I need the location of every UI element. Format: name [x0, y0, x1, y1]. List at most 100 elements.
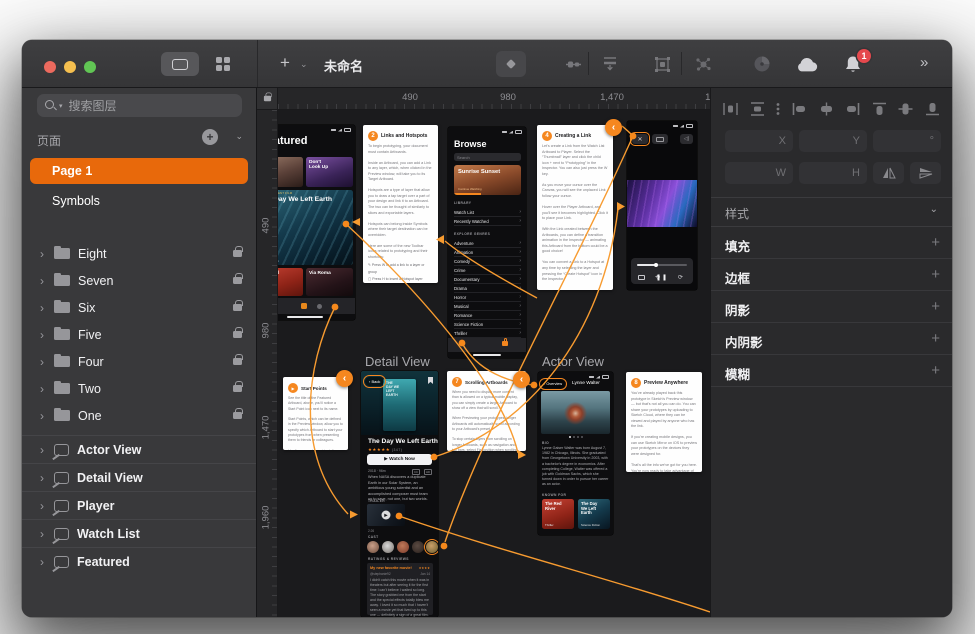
- page-item-page1[interactable]: Page 1: [30, 158, 248, 184]
- movie-tile-molly[interactable]: Molly: [278, 157, 303, 187]
- zoom-window-button[interactable]: [84, 61, 96, 73]
- tidy-tool-button[interactable]: [562, 54, 584, 74]
- tutorial-card-preview-anywhere[interactable]: 8 Preview Anywhere You've already played…: [626, 372, 702, 472]
- featured-tab-bar[interactable]: [278, 298, 355, 314]
- list-item[interactable]: Musical›: [454, 302, 521, 311]
- chevron-right-icon[interactable]: ›: [40, 443, 54, 457]
- list-item[interactable]: Recently Watched›: [454, 217, 521, 226]
- lock-icon[interactable]: [233, 385, 242, 392]
- picture-in-picture-button[interactable]: [652, 134, 668, 144]
- chevron-right-icon[interactable]: ›: [40, 471, 54, 485]
- cast-avatar[interactable]: [412, 541, 424, 553]
- watch-now-button[interactable]: ▶ Watch Now: [367, 454, 432, 465]
- toolbar-overflow-button[interactable]: »: [920, 54, 926, 71]
- chevron-right-icon[interactable]: ›: [40, 409, 54, 423]
- grid-view-toggle[interactable]: [208, 52, 238, 76]
- add-page-button[interactable]: +: [202, 129, 218, 145]
- align-right-icon[interactable]: [845, 102, 860, 116]
- scatter-tool-button[interactable]: [692, 54, 714, 74]
- add-shadow-button[interactable]: +: [931, 298, 940, 315]
- review-card[interactable]: My new favorite movie! ★★★★ @stephanie92…: [367, 563, 433, 615]
- movie-tile-the-day-we-left-earth[interactable]: THE EMERGENT FILM The Day We Left Earth …: [278, 190, 353, 265]
- layer-search[interactable]: ▾: [37, 94, 242, 117]
- lock-icon[interactable]: [233, 250, 242, 257]
- chevron-right-icon[interactable]: ›: [40, 555, 54, 569]
- artboard-actor-view[interactable]: ‹ Overview Lynne Walter BIO Lynne Gaiser…: [538, 372, 613, 535]
- back-button[interactable]: ‹ Back: [365, 377, 384, 386]
- search-input[interactable]: [67, 98, 207, 114]
- insert-plus-button[interactable]: +: [280, 53, 290, 73]
- tutorial-card-creating-a-link[interactable]: 4 Creating a Link Let's create a Link fr…: [537, 125, 613, 290]
- shadow-section[interactable]: 阴影 +: [711, 291, 952, 323]
- chevron-right-icon[interactable]: ›: [40, 274, 54, 288]
- continue-watching-card[interactable]: Sunrise Sunset Continue Watching: [454, 165, 521, 195]
- artboard-detail-view[interactable]: THE DAY WE LEFT EARTH ‹ Back The Day We …: [361, 371, 438, 617]
- trailer-thumbnail[interactable]: ▶: [367, 504, 405, 526]
- pages-collapse-chevron-icon[interactable]: ⌄: [235, 131, 243, 142]
- forward-icon[interactable]: ⟳: [678, 274, 683, 281]
- cast-avatar[interactable]: [397, 541, 409, 553]
- back-link-button[interactable]: ‹: [605, 119, 622, 136]
- list-item[interactable]: Horror›: [454, 293, 521, 302]
- vertical-ruler[interactable]: 490 980 1,470 1,960: [257, 110, 278, 617]
- flip-horizontal-button[interactable]: [873, 162, 904, 184]
- chevron-right-icon[interactable]: ›: [40, 301, 54, 315]
- cast-avatar[interactable]: [367, 541, 379, 553]
- lock-icon[interactable]: [233, 358, 242, 365]
- player-close-button[interactable]: ✕: [632, 134, 648, 144]
- layer-row[interactable]: › One: [22, 402, 256, 429]
- minimize-window-button[interactable]: [64, 61, 76, 73]
- inner-shadow-section[interactable]: 内阴影 +: [711, 323, 952, 355]
- layer-row[interactable]: › Five: [22, 321, 256, 348]
- lock-icon[interactable]: [233, 277, 242, 284]
- chevron-right-icon[interactable]: ›: [40, 527, 54, 541]
- notifications-button[interactable]: 1: [842, 54, 864, 74]
- movie-tile-via-roma[interactable]: Via Roma: [306, 268, 353, 296]
- insert-chevron-icon[interactable]: ⌄: [300, 59, 308, 70]
- artboard-watch-list[interactable]: Browse Search Sunrise Sunset Continue Wa…: [448, 127, 526, 358]
- artboard-row-player[interactable]: › Player: [22, 491, 256, 519]
- back-link-button[interactable]: ‹: [336, 370, 353, 387]
- known-for-tile-day-we-left-earth[interactable]: The Day We Left Earth Science Fiction: [578, 499, 610, 529]
- add-fill-button[interactable]: +: [931, 234, 940, 251]
- distribute-vertically-icon[interactable]: [750, 102, 765, 116]
- symbol-tool-button[interactable]: [496, 51, 526, 77]
- artboard-label-actor-view[interactable]: Actor View: [542, 354, 604, 369]
- style-collapse-chevron-icon[interactable]: ⌄: [930, 204, 938, 215]
- chevron-right-icon[interactable]: ›: [40, 382, 54, 396]
- flow-source-dot[interactable]: [441, 543, 448, 550]
- pause-icon[interactable]: ❚❚: [656, 274, 668, 281]
- list-item[interactable]: Crime›: [454, 266, 521, 275]
- list-item[interactable]: Documentary›: [454, 275, 521, 284]
- layer-row[interactable]: › Eight: [22, 240, 256, 267]
- movie-tile-dont-look-up[interactable]: Don't Look Up: [306, 157, 353, 187]
- back-link-button[interactable]: ‹: [513, 371, 530, 388]
- align-top-icon[interactable]: [872, 102, 887, 116]
- list-item[interactable]: Comedy›: [454, 257, 521, 266]
- search-filter-chevron-icon[interactable]: ▾: [59, 102, 63, 110]
- subtitles-icon[interactable]: [638, 275, 645, 280]
- seek-handle[interactable]: [654, 263, 658, 267]
- lock-icon[interactable]: [233, 331, 242, 338]
- mask-tool-button[interactable]: [651, 54, 673, 74]
- add-border-button[interactable]: +: [931, 266, 940, 283]
- lock-icon[interactable]: [233, 304, 242, 311]
- browse-search-field[interactable]: Search: [454, 153, 521, 161]
- width-field[interactable]: W: [725, 162, 793, 184]
- flow-source-dot[interactable]: [531, 382, 538, 389]
- layer-row[interactable]: › Two: [22, 375, 256, 402]
- layer-row[interactable]: › Six: [22, 294, 256, 321]
- close-window-button[interactable]: [44, 61, 56, 73]
- tutorial-card-start-points[interactable]: ▶ Start Points See the title of the Feat…: [283, 377, 348, 450]
- video-frame[interactable]: [627, 180, 697, 227]
- rotation-field[interactable]: °: [873, 130, 941, 152]
- list-item[interactable]: Romance›: [454, 311, 521, 320]
- list-item[interactable]: Science Fiction›: [454, 320, 521, 329]
- artboard-row-watch-list[interactable]: › Watch List: [22, 519, 256, 547]
- chevron-right-icon[interactable]: ›: [40, 328, 54, 342]
- fill-section[interactable]: 填充 +: [711, 227, 952, 259]
- y-position-field[interactable]: Y: [799, 130, 867, 152]
- height-field[interactable]: H: [799, 162, 867, 184]
- artboard-featured[interactable]: Featured Molly Don't Look Up THE EMERGEN…: [278, 125, 355, 320]
- cloud-button[interactable]: [796, 54, 818, 74]
